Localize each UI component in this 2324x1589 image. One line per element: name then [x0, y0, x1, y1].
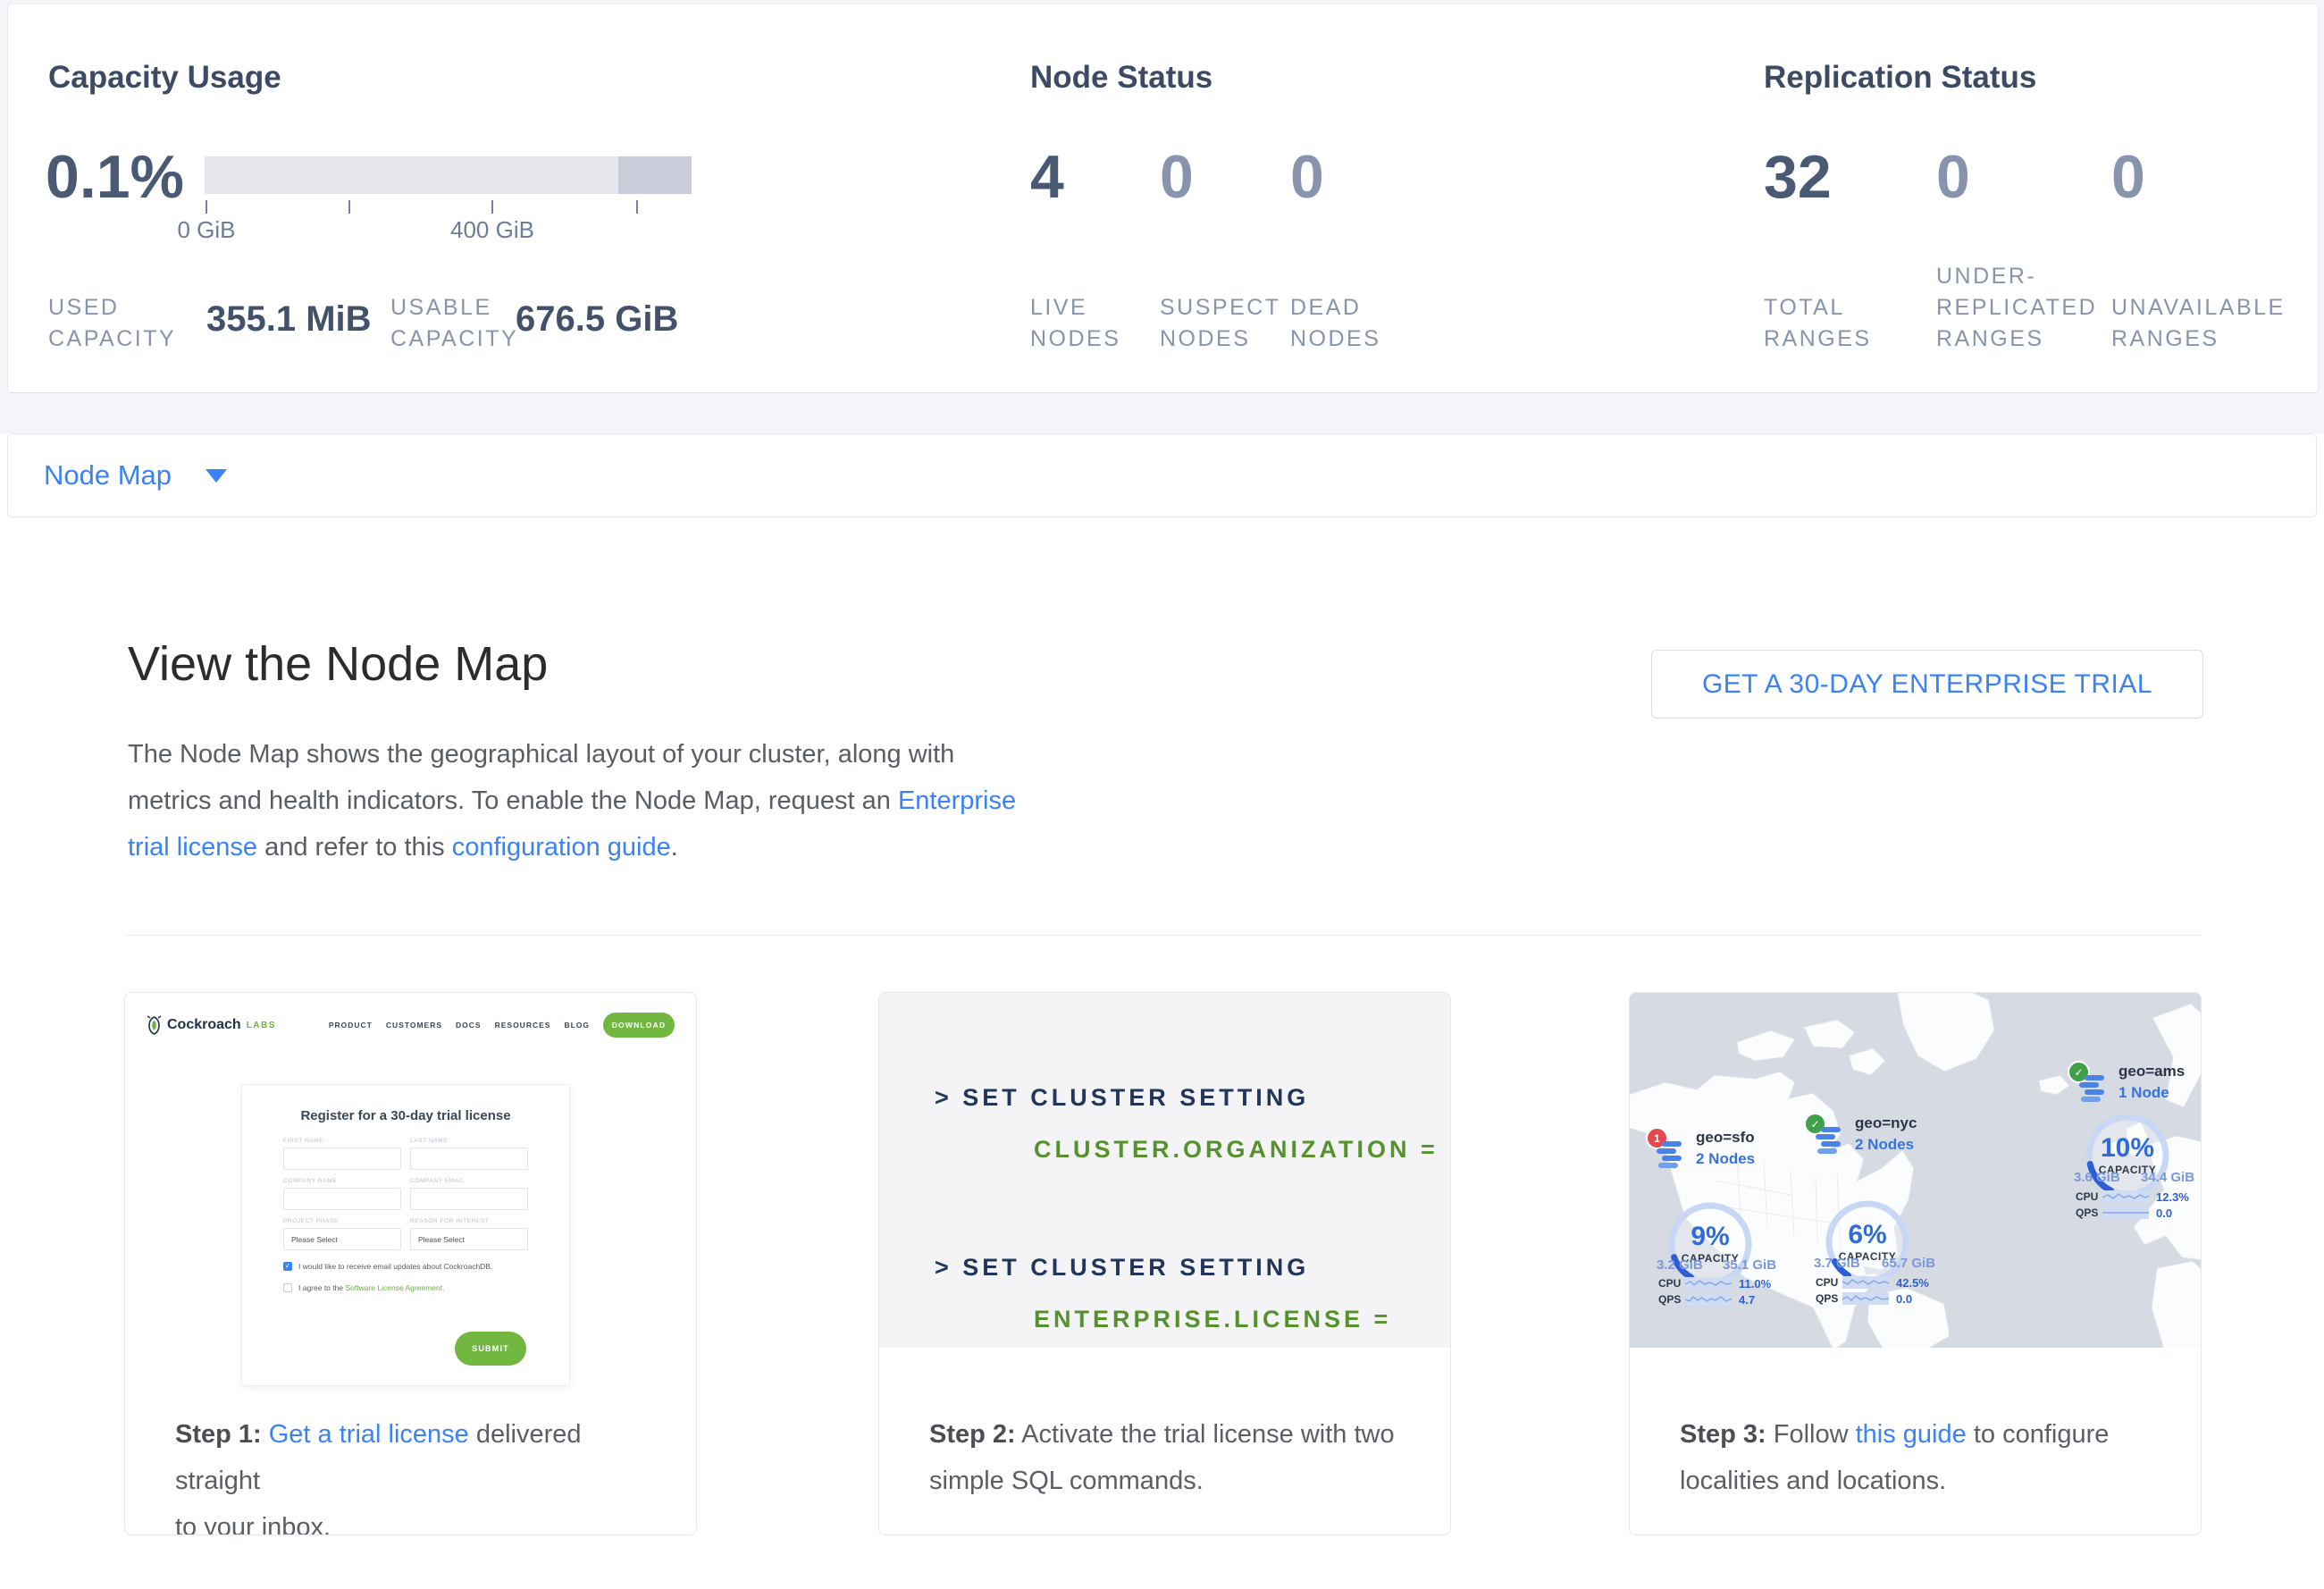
enterprise-trial-license-link[interactable]: Enterprise	[898, 786, 1016, 815]
section-divider	[125, 935, 2202, 936]
total-ranges-label: TOTAL RANGES	[1764, 260, 1880, 355]
step2-caption: Step 2: Activate the trial license with …	[929, 1411, 1414, 1504]
usable-capacity-value: 676.5 GiB	[516, 299, 678, 340]
cockroach-labs-logo: Cockroach LABS	[147, 1015, 276, 1035]
configuration-guide-link[interactable]: configuration guide	[452, 833, 671, 862]
get-enterprise-trial-button-label: GET A 30-DAY ENTERPRISE TRIAL	[1702, 669, 2152, 700]
field-label-company-email: COMPANY EMAIL	[410, 1178, 528, 1184]
field-label-last-name: LAST NAME	[410, 1138, 528, 1144]
capacity-used-percent: 0.1%	[46, 146, 184, 208]
suspect-nodes-value: 0	[1160, 146, 1194, 208]
nav-item-customers[interactable]: CUSTOMERS	[386, 1021, 442, 1030]
brand-suffix: LABS	[247, 1021, 276, 1030]
field-label-reason: REASON FOR INTEREST	[410, 1218, 528, 1224]
last-name-input[interactable]	[410, 1148, 528, 1170]
this-guide-link[interactable]: this guide	[1856, 1420, 1967, 1449]
replication-status-title: Replication Status	[1764, 60, 2036, 96]
software-license-agreement-link[interactable]: Software License Agreement.	[345, 1283, 444, 1292]
license-agreement-checkbox[interactable]	[283, 1283, 292, 1292]
form-title: Register for a 30-day trial license	[242, 1108, 569, 1123]
cluster-summary-panel: Capacity Usage 0.1% 0 GiB 400 GiB USED C…	[7, 4, 2319, 393]
get-trial-license-link[interactable]: Get a trial license	[269, 1420, 469, 1449]
capacity-bar-nonusable-segment	[618, 156, 692, 194]
live-nodes-value: 4	[1030, 146, 1064, 208]
email-updates-checkbox-label: I would like to receive email updates ab…	[298, 1261, 492, 1272]
db-stack-icon	[2079, 1075, 2110, 1102]
get-enterprise-trial-button[interactable]: GET A 30-DAY ENTERPRISE TRIAL	[1651, 650, 2203, 719]
sql-snippet: > SET CLUSTER SETTING CLUSTER.ORGANIZATI…	[879, 993, 1451, 1348]
intro-paragraph: The Node Map shows the geographical layo…	[128, 731, 1021, 870]
axis-tick	[206, 200, 207, 214]
step1-card: Cockroach LABS PRODUCT CUSTOMERS DOCS RE…	[124, 992, 697, 1535]
nav-item-docs[interactable]: DOCS	[456, 1021, 482, 1030]
axis-label-400gib: 400 GiB	[421, 216, 564, 244]
node-status-title: Node Status	[1030, 60, 1212, 96]
enterprise-trial-license-link[interactable]: trial license	[128, 833, 257, 862]
sql-line-1: > SET CLUSTER SETTING	[935, 1084, 1309, 1112]
cpu-sparkline	[2102, 1190, 2149, 1203]
unavailable-ranges-label: UNAVAILABLE RANGES	[2111, 260, 2299, 355]
axis-label-0gib: 0 GiB	[135, 216, 278, 244]
step3-card: 1 geo=sfo 2 Nodes 9% CAPACITY 3.2 GiB 35…	[1629, 992, 2202, 1535]
field-label-company-name: COMPANY NAME	[283, 1178, 401, 1184]
suspect-nodes-label: SUSPECT NODES	[1160, 260, 1271, 355]
axis-tick	[636, 200, 638, 214]
total-ranges-value: 32	[1764, 146, 1832, 208]
intro-line1: The Node Map shows the geographical layo…	[128, 740, 954, 769]
intro-line2: metrics and health indicators. To enable…	[128, 786, 898, 815]
unavailable-ranges-value: 0	[2111, 146, 2145, 208]
dead-nodes-label: DEAD NODES	[1290, 260, 1389, 355]
sql-line-2: CLUSTER.ORGANIZATION =	[1034, 1136, 1439, 1164]
mini-site-nav: PRODUCT CUSTOMERS DOCS RESOURCES BLOG DO…	[329, 1013, 675, 1038]
intro-line3: and refer to this	[257, 833, 452, 862]
under-replicated-ranges-label: UNDER-REPLICATED RANGES	[1936, 260, 2097, 355]
usable-capacity-label: USABLE CAPACITY	[390, 260, 520, 355]
page-title: View the Node Map	[128, 636, 548, 692]
view-selector-dropdown[interactable]: Node Map	[7, 433, 2317, 517]
dead-nodes-value: 0	[1290, 146, 1324, 208]
capacity-usage-title: Capacity Usage	[48, 60, 281, 96]
step3-caption: Step 3: Follow this guide to configure l…	[1680, 1411, 2165, 1504]
download-button[interactable]: DOWNLOAD	[603, 1013, 675, 1038]
capacity-bar	[205, 156, 692, 194]
project-phase-select[interactable]: Please Select	[283, 1228, 401, 1250]
under-replicated-ranges-value: 0	[1936, 146, 1970, 208]
submit-button[interactable]: SUBMIT	[455, 1332, 526, 1366]
nav-item-resources[interactable]: RESOURCES	[495, 1021, 551, 1030]
mini-site-header: Cockroach LABS PRODUCT CUSTOMERS DOCS RE…	[125, 1005, 696, 1045]
company-email-input[interactable]	[410, 1188, 528, 1210]
chevron-down-icon	[206, 469, 227, 483]
step2-card: > SET CLUSTER SETTING CLUSTER.ORGANIZATI…	[878, 992, 1451, 1535]
sql-line-4: ENTERPRISE.LICENSE =	[1034, 1306, 1391, 1333]
email-updates-checkbox[interactable]: ✓	[283, 1262, 292, 1271]
step1-caption: Step 1: Get a trial license delivered st…	[175, 1411, 660, 1535]
nav-item-product[interactable]: PRODUCT	[329, 1021, 373, 1030]
trial-license-form: Register for a 30-day trial license FIRS…	[241, 1084, 570, 1386]
node-map-preview: 1 geo=sfo 2 Nodes 9% CAPACITY 3.2 GiB 35…	[1630, 993, 2202, 1348]
company-name-input[interactable]	[283, 1188, 401, 1210]
cockroach-logo-icon	[147, 1015, 162, 1035]
sql-line-3: > SET CLUSTER SETTING	[935, 1254, 1309, 1282]
cluster-overview-page: Capacity Usage 0.1% 0 GiB 400 GiB USED C…	[0, 0, 2324, 1589]
brand-name: Cockroach	[167, 1017, 241, 1033]
used-capacity-label: USED CAPACITY	[48, 260, 169, 355]
live-nodes-label: LIVE NODES	[1030, 260, 1128, 355]
view-selector-label: Node Map	[44, 459, 172, 492]
field-label-first-name: FIRST NAME	[283, 1138, 401, 1144]
axis-tick	[491, 200, 493, 214]
used-capacity-value: 355.1 MiB	[206, 299, 372, 340]
nav-item-blog[interactable]: BLOG	[564, 1021, 590, 1030]
qps-sparkline	[2102, 1206, 2149, 1219]
field-label-project-phase: PROJECT PHASE	[283, 1218, 401, 1224]
axis-tick	[348, 200, 350, 214]
reason-select[interactable]: Please Select	[410, 1228, 528, 1250]
license-agreement-checkbox-label: I agree to the Software License Agreemen…	[298, 1282, 445, 1293]
map-node-ams: ✓ geo=ams 1 Node 10% CAPACITY 3.6 GiB 34…	[1630, 993, 2202, 1348]
first-name-input[interactable]	[283, 1148, 401, 1170]
